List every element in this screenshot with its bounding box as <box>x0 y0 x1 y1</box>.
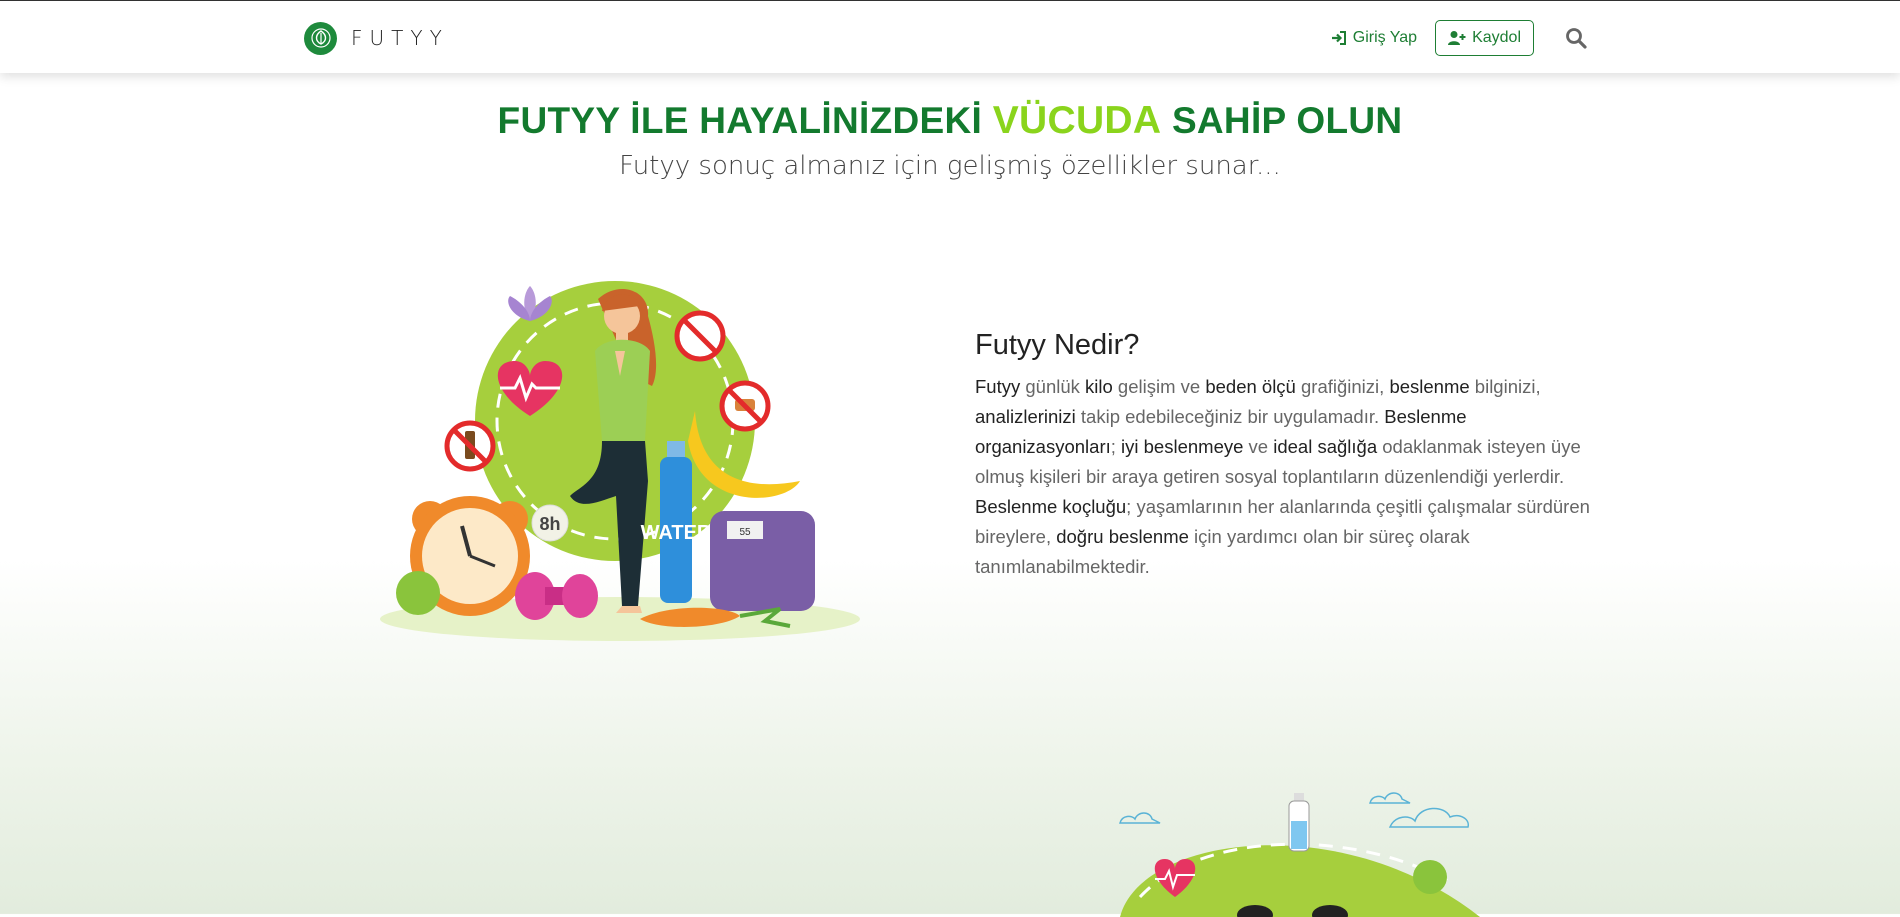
about-text: takip edebileceğiniz bir uygulamadır. <box>1075 406 1385 427</box>
login-label: Giriş Yap <box>1352 29 1418 46</box>
about-keyword: Futyy <box>975 376 1021 397</box>
about-keyword: kilo <box>1085 376 1113 397</box>
user-plus-icon <box>1448 31 1466 45</box>
about-text: bilginizi, <box>1469 376 1541 397</box>
login-link[interactable]: Giriş Yap <box>1331 29 1417 47</box>
about-keyword: doğru beslenme <box>1056 526 1189 547</box>
about-keyword: analizlerinizi <box>975 406 1076 427</box>
about-keyword: iyi beslenmeye <box>1121 436 1244 457</box>
about-paragraph: Futyy günlük kilo gelişim ve beden ölçü … <box>975 372 1597 582</box>
about-keyword: beden ölçü <box>1205 376 1296 397</box>
navbar: FUTYY Giriş Yap Kaydol <box>0 1 1900 73</box>
signup-label: Kaydol <box>1472 29 1521 46</box>
signup-button[interactable]: Kaydol <box>1435 20 1534 56</box>
clock-label: 8h <box>539 514 560 534</box>
apple-small-icon <box>1413 860 1447 894</box>
leaf-logo-icon <box>304 21 337 55</box>
brand-name: FUTYY <box>351 26 449 50</box>
about-keyword: ideal sağlığa <box>1273 436 1378 457</box>
water-bottle-small-icon <box>1288 793 1310 852</box>
about-keyword: beslenme <box>1389 376 1470 397</box>
hero-title: FUTYY İLE HAYALİNİZDEKİ VÜCUDA SAHİP OLU… <box>0 99 1900 143</box>
about-text: günlük <box>1020 376 1086 397</box>
search-icon[interactable] <box>1564 26 1588 50</box>
hero-subtitle: Futyy sonuç almanız için gelişmiş özelli… <box>619 151 1281 181</box>
about-text: ; <box>1110 436 1122 457</box>
apple-icon <box>396 571 440 615</box>
nav-actions: Giriş Yap Kaydol <box>1331 19 1588 57</box>
health-illustration <box>1119 792 1480 917</box>
hero-title-part1: FUTYY İLE HAYALİNİZDEKİ <box>497 100 983 141</box>
no-alcohol-icon <box>444 420 496 472</box>
about-text: ve <box>1243 436 1274 457</box>
about-section: Futyy Nedir? Futyy günlük kilo gelişim v… <box>975 329 1597 582</box>
about-text: gelişim ve <box>1112 376 1206 397</box>
scale-reading: 55 <box>739 527 751 538</box>
scale-icon: 55 <box>710 511 815 611</box>
no-fastfood-icon <box>719 380 771 432</box>
bottle-label: WATER <box>641 522 712 544</box>
fitness-illustration: 8h WATER 55 <box>380 281 860 641</box>
about-heading: Futyy Nedir? <box>975 329 1140 361</box>
sign-in-icon <box>1331 31 1346 45</box>
no-smoking-icon <box>674 310 726 362</box>
brand[interactable]: FUTYY <box>304 21 449 55</box>
about-text: grafiğinizi, <box>1295 376 1390 397</box>
hero-title-accent: VÜCUDA <box>992 99 1162 142</box>
hero-title-part2: SAHİP OLUN <box>1171 100 1403 141</box>
about-keyword: Beslenme koçluğu <box>975 496 1127 517</box>
